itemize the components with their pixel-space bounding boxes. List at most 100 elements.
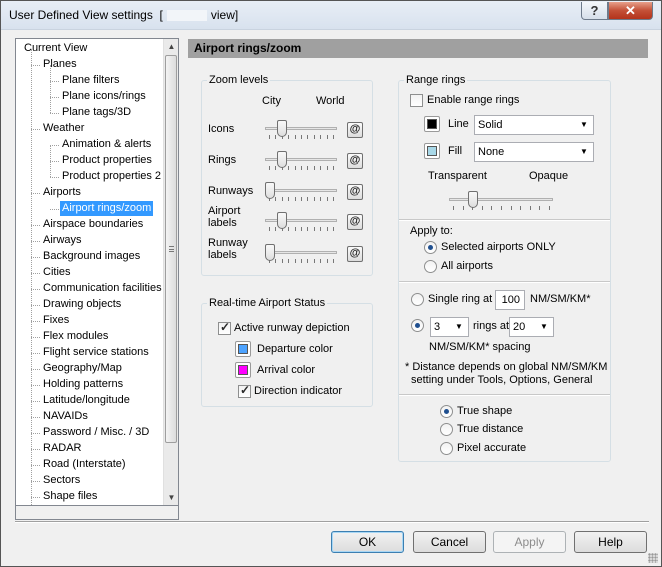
tree-item[interactable]: Road (Interstate) [41, 457, 128, 472]
tree-item[interactable]: Airways [41, 233, 84, 248]
slider-thumb[interactable] [277, 120, 288, 137]
slider-tick [333, 259, 334, 263]
tree-item[interactable]: Airspace boundaries [41, 217, 145, 232]
slider-tick [301, 197, 302, 201]
slider-tick [333, 166, 334, 170]
slider-thumb[interactable] [277, 151, 288, 168]
slider-tick [307, 259, 309, 263]
scroll-thumb[interactable] [165, 55, 177, 443]
arrival-color-label: Arrival color [257, 364, 316, 376]
line-style-select[interactable]: Solid ▼ [474, 115, 594, 135]
slider-tick [301, 227, 302, 231]
cancel-button[interactable]: Cancel [413, 531, 486, 553]
true-distance-label: True distance [457, 423, 524, 435]
opacity-slider[interactable] [449, 190, 553, 212]
tree-item[interactable]: Current View [22, 41, 89, 56]
true-shape-radio[interactable] [440, 405, 453, 418]
ok-button[interactable]: OK [331, 531, 404, 553]
zoom-level-slider[interactable] [265, 211, 337, 233]
direction-indicator-label: Direction indicator [254, 385, 343, 397]
zoom-level-slider[interactable] [265, 243, 337, 265]
fill-color-button[interactable] [424, 143, 440, 159]
title-bar[interactable]: User Defined View settings [view] ? ✕ [1, 1, 661, 30]
enable-range-rings-checkbox[interactable] [410, 94, 423, 107]
set-current-zoom-button[interactable]: @ [347, 122, 363, 138]
tree-item[interactable]: Shape files [41, 489, 99, 504]
resize-grip-icon[interactable] [648, 553, 658, 563]
all-airports-radio[interactable] [424, 260, 437, 273]
tree-connector [31, 385, 40, 386]
set-current-zoom-button[interactable]: @ [347, 214, 363, 230]
tree-item[interactable]: Product properties 2 [60, 169, 163, 184]
tree-item[interactable]: Holding patterns [41, 377, 125, 392]
slider-tick [320, 259, 322, 263]
tree-item[interactable]: Flight service stations [41, 345, 151, 360]
direction-indicator-checkbox[interactable] [238, 383, 251, 398]
tree-item[interactable]: Sectors [41, 473, 82, 488]
tree-connector [50, 145, 51, 177]
departure-color-button[interactable] [235, 341, 251, 357]
tree-item[interactable]: Fixes [41, 313, 71, 328]
tree-item[interactable]: Background images [41, 249, 142, 264]
line-color-button[interactable] [424, 116, 440, 132]
tree-item[interactable]: Product properties [60, 153, 154, 168]
slider-thumb[interactable] [265, 182, 275, 199]
tree-item[interactable]: Weather [41, 121, 86, 136]
tree-item[interactable]: Plane tags/3D [60, 105, 133, 120]
slider-tick [301, 166, 302, 170]
tree-item[interactable]: Geography/Map [41, 361, 124, 376]
tree-item[interactable]: RADAR [41, 441, 84, 456]
set-current-zoom-button[interactable]: @ [347, 153, 363, 169]
tree-item[interactable]: Plane filters [60, 73, 121, 88]
tree-connector [31, 353, 40, 354]
slider-thumb[interactable] [265, 244, 275, 261]
fill-style-select[interactable]: None ▼ [474, 142, 594, 162]
slider-tick [549, 206, 550, 210]
active-runway-checkbox[interactable] [218, 320, 231, 335]
tree-item[interactable]: Airport rings/zoom [60, 201, 154, 216]
pixel-accurate-radio[interactable] [440, 442, 453, 455]
arrival-color-button[interactable] [235, 362, 251, 378]
tree-item[interactable]: Latitude/longitude [41, 393, 132, 408]
tree-item[interactable]: Airports [41, 185, 83, 200]
slider-tick [269, 166, 270, 170]
slider-track [449, 198, 553, 201]
help-button[interactable]: Help [574, 531, 647, 553]
zoom-level-slider[interactable] [265, 119, 337, 141]
zoom-city-label: City [262, 95, 281, 107]
slider-ticks [265, 227, 337, 231]
scroll-down-icon[interactable]: ▼ [164, 490, 178, 505]
zoom-level-slider[interactable] [265, 150, 337, 172]
tree-item[interactable]: Communication facilities [41, 281, 164, 296]
tree-item[interactable]: NAVAIDs [41, 409, 90, 424]
apply-button[interactable]: Apply [493, 531, 566, 553]
single-ring-radio[interactable] [411, 293, 424, 306]
single-ring-distance-input[interactable]: 100 [495, 290, 525, 310]
scroll-up-icon[interactable]: ▲ [164, 39, 178, 54]
set-current-zoom-button[interactable]: @ [347, 184, 363, 200]
tree-item[interactable]: Drawing objects [41, 297, 123, 312]
tree-item[interactable]: Animation & alerts [60, 137, 153, 152]
slider-tick [326, 135, 328, 139]
ring-spacing-select[interactable]: 20 ▼ [509, 317, 554, 337]
close-button[interactable]: ✕ [608, 2, 653, 20]
tree-item[interactable]: Password / Misc. / 3D [41, 425, 151, 440]
tree-item[interactable]: Planes [41, 57, 79, 72]
settings-tree[interactable]: ▲ ▼ Current View Planes Plane filters Plane… [15, 38, 179, 506]
tree-vertical-scrollbar[interactable]: ▲ ▼ [163, 39, 178, 505]
zoom-level-slider[interactable] [265, 181, 337, 203]
distance-note-line1: * Distance depends on global NM/SM/KM [405, 361, 608, 373]
tree-item[interactable]: Plane icons/rings [60, 89, 148, 104]
slider-thumb[interactable] [467, 191, 478, 208]
ring-count-select[interactable]: 3 ▼ [430, 317, 469, 337]
tree-item[interactable]: Flex modules [41, 329, 110, 344]
set-current-zoom-button[interactable]: @ [347, 246, 363, 262]
slider-thumb[interactable] [277, 212, 288, 229]
help-title-button[interactable]: ? [581, 2, 608, 20]
slider-tick [313, 135, 315, 139]
line-color-swatch [427, 119, 437, 129]
selected-airports-radio[interactable] [424, 241, 437, 254]
true-distance-radio[interactable] [440, 423, 453, 436]
tree-item[interactable]: Cities [41, 265, 73, 280]
multiple-rings-radio[interactable] [411, 319, 424, 332]
